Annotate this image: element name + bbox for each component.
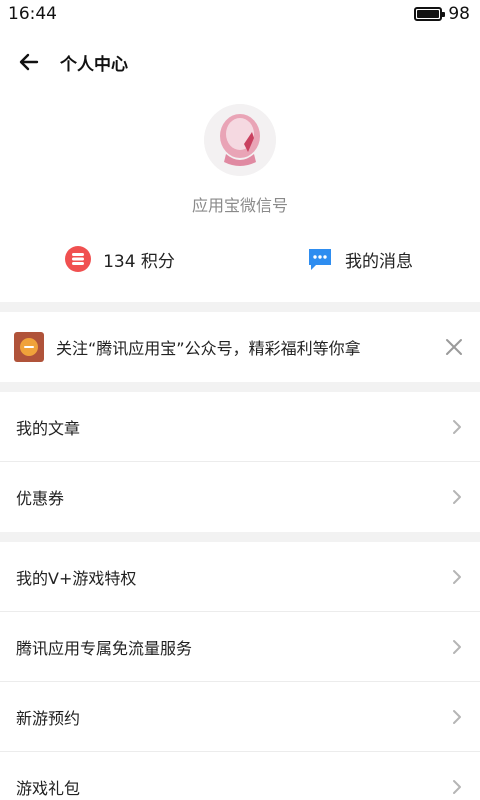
section-divider bbox=[0, 382, 480, 392]
status-bar: 16:44 98 bbox=[0, 0, 480, 28]
points-button[interactable]: 134 积分 bbox=[0, 246, 240, 272]
chevron-right-icon bbox=[450, 638, 464, 656]
avatar[interactable] bbox=[204, 104, 276, 176]
battery-indicator: 98 bbox=[414, 4, 470, 24]
chat-bubble-icon bbox=[307, 246, 333, 272]
chevron-right-icon bbox=[450, 418, 464, 436]
battery-level: 98 bbox=[448, 4, 470, 24]
messages-label: 我的消息 bbox=[345, 251, 413, 272]
menu-group-2: 我的V+游戏特权 腾讯应用专属免流量服务 新游预约 游戏礼包 bbox=[0, 542, 480, 800]
profile-section: 应用宝微信号 bbox=[0, 96, 480, 216]
menu-item-label: 我的文章 bbox=[16, 418, 81, 438]
menu-item-free-data-service[interactable]: 腾讯应用专属免流量服务 bbox=[0, 612, 480, 682]
menu-item-coupons[interactable]: 优惠券 bbox=[0, 462, 480, 532]
menu-item-my-articles[interactable]: 我的文章 bbox=[0, 392, 480, 462]
page-title: 个人中心 bbox=[60, 54, 128, 75]
menu-item-game-reservation[interactable]: 新游预约 bbox=[0, 682, 480, 752]
close-icon[interactable] bbox=[442, 335, 466, 359]
chevron-right-icon bbox=[450, 778, 464, 796]
menu-group-1: 我的文章 优惠券 bbox=[0, 392, 480, 532]
menu-item-game-gifts[interactable]: 游戏礼包 bbox=[0, 752, 480, 800]
wechat-account-icon bbox=[14, 332, 44, 362]
menu-item-vplus-privileges[interactable]: 我的V+游戏特权 bbox=[0, 542, 480, 612]
chevron-right-icon bbox=[450, 488, 464, 506]
banner-text: 关注“腾讯应用宝”公众号，精彩福利等你拿 bbox=[56, 339, 361, 358]
status-time: 16:44 bbox=[8, 4, 57, 24]
follow-banner[interactable]: 关注“腾讯应用宝”公众号，精彩福利等你拿 bbox=[0, 312, 480, 382]
stats-row: 134 积分 我的消息 bbox=[0, 216, 480, 302]
chevron-right-icon bbox=[450, 708, 464, 726]
menu-item-label: 优惠券 bbox=[16, 489, 65, 508]
menu-item-label: 我的V+游戏特权 bbox=[16, 568, 137, 588]
menu-item-label: 游戏礼包 bbox=[16, 779, 81, 798]
chevron-right-icon bbox=[450, 568, 464, 586]
coin-stack-icon bbox=[65, 246, 92, 272]
menu-item-label: 腾讯应用专属免流量服务 bbox=[16, 638, 193, 658]
menu-item-label: 新游预约 bbox=[16, 708, 81, 728]
username: 应用宝微信号 bbox=[191, 196, 288, 215]
arrow-left-icon[interactable] bbox=[18, 51, 40, 73]
section-divider bbox=[0, 302, 480, 312]
messages-button[interactable]: 我的消息 bbox=[240, 246, 480, 272]
section-divider bbox=[0, 532, 480, 542]
battery-fill bbox=[417, 10, 439, 18]
header: 个人中心 bbox=[0, 28, 480, 96]
battery-icon bbox=[414, 7, 446, 21]
points-label: 134 积分 bbox=[103, 251, 175, 272]
